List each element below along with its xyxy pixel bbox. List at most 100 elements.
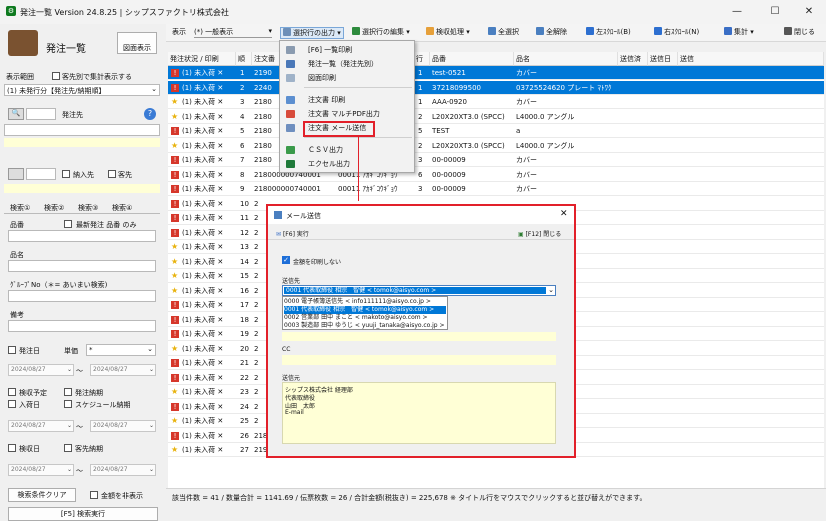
- recipient-option[interactable]: 0001 代表取締役 相宗 智健 < tomok@aisyo.com >: [284, 306, 446, 314]
- part-name-input[interactable]: [8, 260, 156, 272]
- table-row[interactable]: ! (1) 未入荷 ✕ 9 218000000740001 00011 ｱｶｷﾞｺｳｷﾞ…: [168, 182, 824, 196]
- recipient-option[interactable]: 0000 電子帳簿送信先 < info111111@aisyo.co.jp >: [284, 298, 446, 306]
- tab-search-3[interactable]: 検索③: [78, 203, 98, 213]
- maximize-button[interactable]: ☐: [760, 4, 790, 20]
- recipient-option[interactable]: 0002 営業部 田中 まこと < makoto@aisyo.com >: [284, 314, 446, 322]
- menu-drawing-print[interactable]: 図面印刷: [280, 71, 414, 85]
- tab-search-1[interactable]: 検索①: [10, 203, 30, 213]
- inspect-date-checkbox[interactable]: [8, 444, 16, 452]
- cc-field[interactable]: [282, 355, 556, 365]
- order-date-checkbox[interactable]: [8, 346, 16, 354]
- check-icon: [352, 27, 360, 35]
- header-sent[interactable]: 送信済: [618, 52, 648, 66]
- table-row[interactable]: ! (1) 未入荷 ✕ 8 218000000740001 00011 ｱｶｷﾞｺｳｷﾞ…: [168, 168, 824, 182]
- tab-search-2[interactable]: 検索②: [44, 203, 64, 213]
- table-row[interactable]: ★ (1) 未入荷 ✕ 4 2180 2 L20X20XT3.0 (SPCC) L4000.…: [168, 110, 824, 124]
- table-row[interactable]: ★ (1) 未入荷 ✕ 6 2180 2 L20X20XT3.0 (SPCC) L4000.…: [168, 139, 824, 153]
- receipt-checkbox[interactable]: [8, 400, 16, 408]
- header-part-no[interactable]: 品番: [430, 52, 514, 66]
- star-icon: ★: [171, 445, 179, 454]
- order-date-to[interactable]: 2024/08/27 ⌄: [90, 364, 156, 376]
- per-supplier-checkbox[interactable]: [52, 72, 60, 80]
- recipient-select[interactable]: 0001 代表取締役 相宗 智健 < tomok@aisyo.com > ⌄: [282, 285, 556, 296]
- table-row[interactable]: ! (1) 未入荷 ✕ 5 2180 5 TEST a: [168, 124, 824, 138]
- alert-icon: !: [171, 127, 179, 135]
- header-seq[interactable]: 順: [236, 52, 252, 66]
- receipt-date-to[interactable]: 2024/08/27 ⌄: [90, 420, 156, 432]
- no-print-amount-checkbox[interactable]: ✓: [282, 256, 290, 264]
- scroll-right-button[interactable]: 右ｽｸﾛｰﾙ(N): [654, 27, 699, 37]
- latest-checkbox[interactable]: [64, 220, 72, 228]
- customer-due-checkbox[interactable]: [64, 444, 72, 452]
- customer-label: 客先: [118, 171, 132, 179]
- customer-checkbox[interactable]: [108, 170, 116, 178]
- menu-csv-output[interactable]: ＣＳＶ出力: [280, 143, 414, 157]
- menu-order-print[interactable]: 注文書 印刷: [280, 93, 414, 107]
- tab-search-4[interactable]: 検索④: [112, 203, 132, 213]
- inspect-button[interactable]: 検収処理 ▾: [426, 27, 470, 37]
- menu-multi-pdf[interactable]: 注文書 マルチPDF出力: [280, 107, 414, 121]
- menu-list-by-supplier[interactable]: 発注一覧（発注先別）: [280, 57, 414, 71]
- inspect-date-to[interactable]: 2024/08/27 ⌄: [90, 464, 156, 476]
- deselect-all-button[interactable]: 全解除: [536, 27, 567, 37]
- drawing-display-button[interactable]: 図面表示: [117, 32, 157, 54]
- alert-icon: !: [171, 315, 179, 324]
- clear-conditions-button[interactable]: 検索条件クリア: [8, 488, 76, 502]
- order-due-checkbox[interactable]: [64, 388, 72, 396]
- order-date-from[interactable]: 2024/08/27 ⌄: [8, 364, 74, 376]
- edit-selected-button[interactable]: 選択行の編集 ▾: [352, 27, 410, 37]
- cell-line: 3: [418, 156, 423, 164]
- display-select[interactable]: (*) 一般表示 ▾: [194, 27, 272, 38]
- recipient-option[interactable]: 0003 製造部 田中 ゆうじ < yuuji_tanaka@aisyo.co.…: [284, 322, 446, 330]
- group-input[interactable]: [8, 290, 156, 302]
- select-all-button[interactable]: 全選択: [488, 27, 519, 37]
- mail-icon: ✉: [276, 231, 282, 238]
- search-execute-button[interactable]: [F5] 検索実行: [8, 507, 158, 521]
- schedule-due-checkbox[interactable]: [64, 400, 72, 408]
- receipt-date-from[interactable]: 2024/08/27 ⌄: [8, 420, 74, 432]
- dialog-close-icon[interactable]: ✕: [560, 209, 568, 219]
- minimize-button[interactable]: —: [722, 4, 752, 20]
- lookup-icon[interactable]: 🔍: [8, 108, 24, 120]
- help-icon[interactable]: ?: [144, 108, 156, 120]
- output-selected-button[interactable]: 選択行の出力 ▾: [280, 27, 344, 39]
- inspect-date-from[interactable]: 2024/08/27 ⌄: [8, 464, 74, 476]
- inspect-plan-checkbox[interactable]: [8, 388, 16, 396]
- hide-amount-checkbox[interactable]: [90, 491, 98, 499]
- dialog-close-button[interactable]: ▣ [F12] 閉じる: [518, 229, 561, 238]
- table-row[interactable]: ! (1) 未入荷 ✕ 2 2240 1 37218099500 03725524620 プ…: [168, 80, 824, 95]
- header-line[interactable]: 行: [414, 52, 430, 66]
- delivery-checkbox[interactable]: [62, 170, 70, 178]
- recipient-dropdown-list[interactable]: 0000 電子帳簿送信先 < info111111@aisyo.co.jp > …: [282, 296, 448, 330]
- menu-excel-output[interactable]: エクセル出力: [280, 157, 414, 171]
- header-send[interactable]: 送信: [678, 52, 824, 66]
- unit-price-select[interactable]: * ⌄: [86, 344, 156, 356]
- supplier-name-input[interactable]: [4, 124, 160, 136]
- lookup-icon[interactable]: [8, 168, 24, 180]
- scroll-left-button[interactable]: 左ｽｸﾛｰﾙ(B): [586, 27, 631, 37]
- table-row[interactable]: ! (1) 未入荷 ✕ 1 2190 1 test-0521 カバー: [168, 66, 824, 80]
- range-select[interactable]: (1) 未発行分【発注先/納期順】 ⌄: [4, 84, 160, 96]
- cell-no: 14: [240, 257, 249, 266]
- part-no-input[interactable]: [8, 230, 156, 242]
- sender-textarea[interactable]: シップス株式会社 経理部 代表取締役 山田 太郎 E-mail: [282, 382, 556, 444]
- cell-name: L4000.0 アングル: [516, 112, 575, 121]
- close-button[interactable]: 閉じる: [784, 27, 815, 37]
- header-status[interactable]: 発注状況 / 印刷: [168, 52, 236, 66]
- cell-no: 5: [240, 127, 245, 135]
- header-part-name[interactable]: 品名: [514, 52, 618, 66]
- run-button[interactable]: ✉ [F6] 実行: [276, 229, 309, 238]
- menu-list-print[interactable]: [F6] 一覧印刷: [280, 43, 414, 57]
- supplier-code-input[interactable]: [26, 108, 56, 120]
- alert-icon: !: [171, 214, 179, 222]
- remarks-input[interactable]: [8, 320, 156, 332]
- recipient-extra-field[interactable]: [282, 332, 556, 341]
- delivery-code-input[interactable]: [26, 168, 56, 180]
- cell-status: (1) 未入荷 ✕: [182, 272, 224, 280]
- aggregate-button[interactable]: 集計 ▾: [724, 27, 754, 37]
- cell-status: (1) 未入荷 ✕: [182, 112, 224, 121]
- table-row[interactable]: ! (1) 未入荷 ✕ 7 2180 3 00-00009 カバー: [168, 153, 824, 167]
- table-row[interactable]: ★ (1) 未入荷 ✕ 3 2180 1 AAA-0920 カバー: [168, 95, 824, 109]
- close-window-button[interactable]: ✕: [794, 4, 824, 20]
- header-send-date[interactable]: 送信日: [648, 52, 678, 66]
